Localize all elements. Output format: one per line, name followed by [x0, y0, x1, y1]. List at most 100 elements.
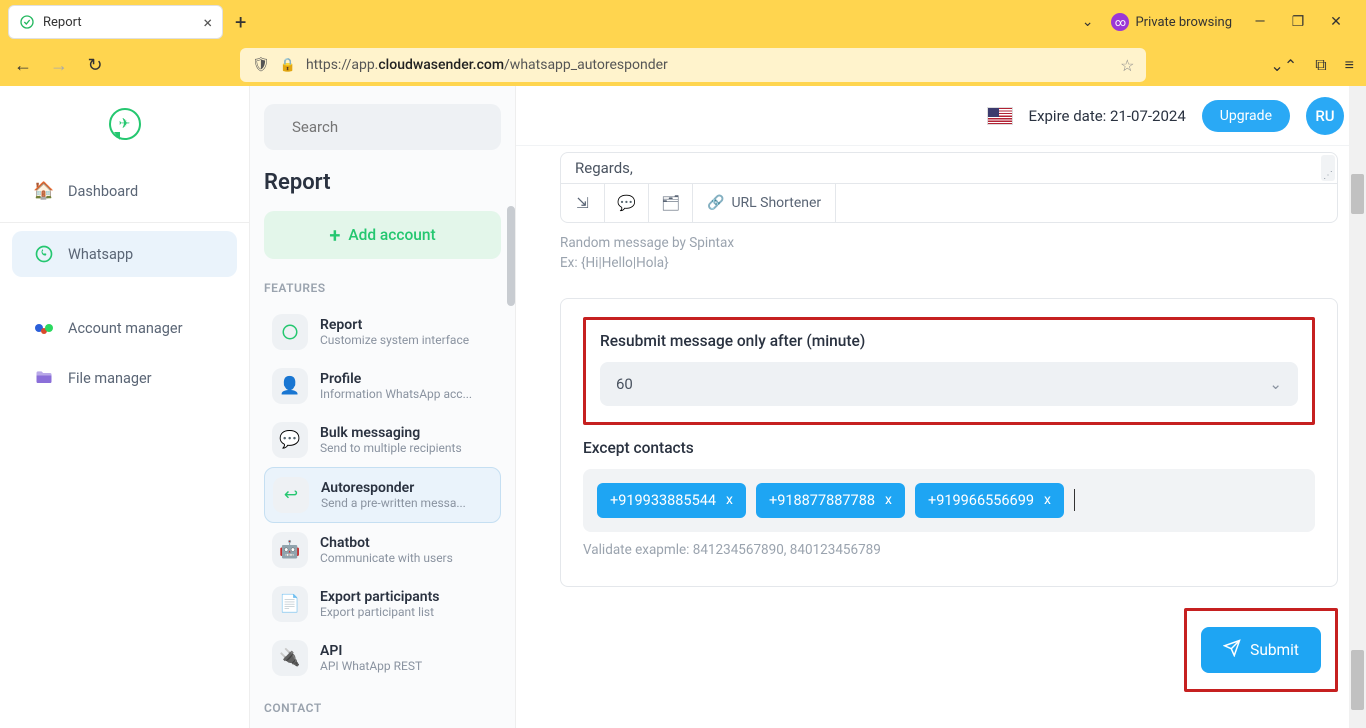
tab-close-icon[interactable]: × [203, 13, 212, 32]
nav-file-manager[interactable]: File manager [12, 355, 237, 401]
comment-icon[interactable]: 💬 [605, 184, 649, 222]
secondary-panel: Report + Add account FEATURES ReportCust… [250, 86, 516, 728]
window-minimize-icon[interactable]: — [1250, 14, 1270, 30]
reload-button[interactable]: ↻ [84, 55, 106, 76]
feature-autoresponder[interactable]: ↩ AutoresponderSend a pre-written messa.… [264, 467, 501, 523]
feature-profile[interactable]: 👤 ProfileInformation WhatsApp acc... [264, 359, 501, 413]
divider [0, 222, 249, 223]
nav-label: Dashboard [68, 183, 138, 200]
save-template-icon[interactable]: 🗂 [649, 184, 693, 222]
user-icon: 👤 [272, 368, 308, 404]
export-icon: 📄 [272, 586, 308, 622]
home-icon: 🏠 [34, 181, 54, 201]
topbar: Expire date: 21-07-2024 Upgrade RU [516, 86, 1366, 146]
resubmit-highlight: Resubmit message only after (minute) 60 … [583, 317, 1315, 425]
panel-scrollbar[interactable] [507, 206, 515, 306]
expand-icon[interactable]: ⇲ [561, 184, 605, 222]
feature-name: Autoresponder [321, 480, 492, 496]
feature-name: Profile [320, 371, 493, 387]
menu-icon[interactable]: ≡ [1345, 55, 1354, 75]
whatsapp-icon [34, 244, 54, 264]
feature-chatbot[interactable]: 🤖 ChatbotCommunicate with users [264, 523, 501, 577]
account-manager-icon [34, 318, 54, 338]
feature-desc: Customize system interface [320, 333, 493, 347]
search-box[interactable] [264, 104, 501, 150]
resubmit-select[interactable]: 60 ⌄ [600, 362, 1298, 406]
contact-chip[interactable]: +919966556699 x [915, 483, 1064, 518]
url-shortener-label: URL Shortener [731, 195, 821, 211]
private-label: Private browsing [1135, 15, 1232, 30]
browser-tab[interactable]: Report × [8, 5, 223, 39]
submit-highlight: Submit [1184, 608, 1338, 692]
nav-whatsapp[interactable]: Whatsapp [12, 231, 237, 277]
chevron-down-icon: ⌄ [1269, 375, 1282, 393]
feature-name: API [320, 643, 493, 659]
mask-icon: ∞ [1111, 13, 1129, 31]
feature-export-participants[interactable]: 📄 Export participantsExport participant … [264, 577, 501, 631]
search-input[interactable] [292, 118, 491, 136]
extensions-icon[interactable]: ⧉ [1315, 55, 1326, 75]
pocket-icon[interactable]: ⌄⌃ [1270, 56, 1297, 75]
tab-title: Report [43, 15, 195, 30]
nav-label: Whatsapp [68, 246, 133, 263]
add-account-label: Add account [348, 226, 435, 244]
expire-date: Expire date: 21-07-2024 [1029, 107, 1186, 125]
plug-icon: 🔌 [272, 640, 308, 676]
feature-api[interactable]: 🔌 APIAPI WhatApp REST [264, 631, 501, 685]
back-button[interactable]: ← [12, 55, 34, 76]
main-scrollbar-thumb[interactable] [1351, 174, 1364, 214]
nav-dashboard[interactable]: 🏠 Dashboard [12, 168, 237, 214]
features-section-label: FEATURES [264, 281, 501, 295]
lock-icon[interactable]: 🔒 [280, 58, 296, 73]
url-text: https://app.cloudwasender.com/whatsapp_a… [306, 57, 1110, 73]
textarea-resize-handle[interactable]: ⋰ [1321, 155, 1335, 181]
folder-icon [34, 368, 54, 388]
feature-bulk-messaging[interactable]: 💬 Bulk messagingSend to multiple recipie… [264, 413, 501, 467]
validate-hint: Validate exapmle: 841234567890, 84012345… [583, 542, 1315, 558]
flag-us-icon[interactable] [987, 107, 1013, 125]
main-scrollbar-track[interactable] [1349, 86, 1366, 728]
main-content: Expire date: 21-07-2024 Upgrade RU Regar… [516, 86, 1366, 728]
bookmark-star-icon[interactable]: ☆ [1120, 56, 1134, 75]
nav-label: Account manager [68, 320, 183, 337]
nav-account-manager[interactable]: Account manager [12, 305, 237, 351]
feature-name: Chatbot [320, 535, 493, 551]
user-avatar[interactable]: RU [1306, 97, 1344, 135]
submit-button[interactable]: Submit [1201, 627, 1321, 673]
tabs-dropdown-icon[interactable]: ⌄ [1082, 14, 1094, 30]
chip-remove-icon[interactable]: x [1044, 492, 1051, 508]
shield-icon[interactable]: 🛡 [252, 57, 270, 73]
primary-sidebar: ✈ 🏠 Dashboard Whatsapp Account manager F… [0, 86, 250, 728]
feature-desc: Send to multiple recipients [320, 441, 493, 455]
new-tab-button[interactable]: + [235, 10, 246, 34]
contact-input[interactable] [1074, 489, 1078, 511]
window-restore-icon[interactable]: ❐ [1288, 14, 1308, 30]
forward-button[interactable]: → [48, 55, 70, 76]
feature-desc: Export participant list [320, 605, 493, 619]
add-account-button[interactable]: + Add account [264, 211, 501, 259]
chip-remove-icon[interactable]: x [885, 492, 892, 508]
address-bar[interactable]: 🛡 🔒 https://app.cloudwasender.com/whatsa… [240, 48, 1146, 82]
chip-remove-icon[interactable]: x [726, 492, 733, 508]
resubmit-value: 60 [616, 375, 633, 393]
window-close-icon[interactable]: ✕ [1326, 14, 1346, 30]
url-shortener-button[interactable]: 🔗 URL Shortener [693, 184, 836, 222]
contact-chip[interactable]: +918877887788 x [756, 483, 905, 518]
nav-label: File manager [68, 370, 152, 387]
except-contacts-input[interactable]: +919933885544 x +918877887788 x +9199665… [583, 469, 1315, 532]
message-editor: Regards, ⋰ ⇲ 💬 🗂 🔗 URL Shortener [560, 152, 1338, 223]
feature-report[interactable]: ReportCustomize system interface [264, 305, 501, 359]
main-scrollbar-thumb[interactable] [1351, 650, 1364, 710]
feature-name: Export participants [320, 589, 493, 605]
robot-icon: 🤖 [272, 532, 308, 568]
panel-title: Report [264, 170, 501, 195]
settings-section: Resubmit message only after (minute) 60 … [560, 298, 1338, 587]
upgrade-button[interactable]: Upgrade [1202, 100, 1290, 132]
except-contacts-label: Except contacts [583, 439, 1315, 457]
feature-name: Bulk messaging [320, 425, 493, 441]
feature-name: Report [320, 317, 493, 333]
feature-desc: Information WhatsApp acc... [320, 387, 493, 401]
feature-desc: Send a pre-written messa... [321, 496, 492, 510]
message-body[interactable]: Regards, ⋰ [561, 153, 1337, 183]
contact-chip[interactable]: +919933885544 x [597, 483, 746, 518]
